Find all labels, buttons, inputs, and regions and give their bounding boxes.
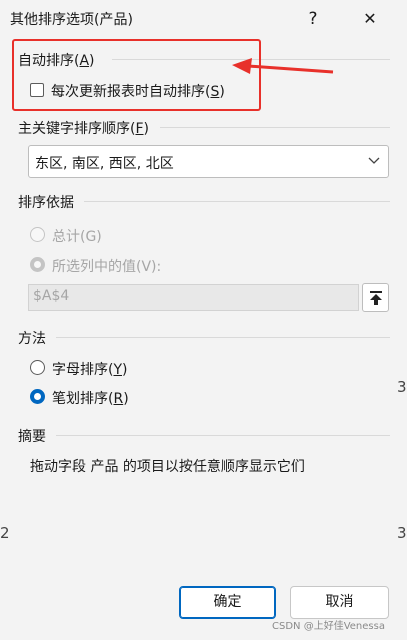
summary-divider [56,435,390,436]
alpha-sort-radio[interactable] [30,360,45,375]
primary-key-label: 主关键字排序顺序(F) [18,121,149,137]
primary-key-selected-value: 东区, 南区, 西区, 北区 [35,156,174,172]
close-button[interactable]: ✕ [355,5,385,33]
primary-key-select[interactable]: 东区, 南区, 西区, 北区 [28,145,389,178]
chevron-down-icon [368,157,380,164]
ok-button[interactable]: 确定 [179,586,276,619]
upload-arrow-icon [370,291,382,305]
total-radio[interactable] [30,227,45,242]
watermark: CSDN @上好佳Venessa [272,621,385,632]
help-button[interactable]: ? [298,6,328,32]
primary-key-divider [160,127,390,128]
alpha-sort-label[interactable]: 字母排序(Y) [52,359,128,379]
selected-column-radio-label: 所选列中的值(V): [52,259,162,275]
summary-label: 摘要 [18,429,46,445]
dialog-title: 其他排序选项(产品) [10,12,133,28]
sort-by-divider [84,201,390,202]
reference-value: $A$4 [33,288,70,304]
collapse-reference-button[interactable] [362,283,389,312]
background-cell-mark: 3 [397,524,407,542]
background-cell-mark: 3 [397,378,407,396]
background-cell-mark: 2 [0,524,10,542]
stroke-sort-label[interactable]: 笔划排序(R) [52,388,129,408]
total-radio-label: 总计(G) [52,229,102,245]
method-divider [56,337,390,338]
annotation-highlight-box [12,39,261,111]
selected-column-radio[interactable] [30,257,45,272]
stroke-sort-radio[interactable] [30,389,45,404]
sort-by-label: 排序依据 [18,195,74,211]
reference-input[interactable]: $A$4 [28,284,359,311]
summary-text: 拖动字段 产品 的项目以按任意顺序显示它们 [30,459,305,475]
method-label: 方法 [18,331,46,347]
cancel-button[interactable]: 取消 [290,586,389,619]
annotation-arrow-icon [232,58,334,74]
